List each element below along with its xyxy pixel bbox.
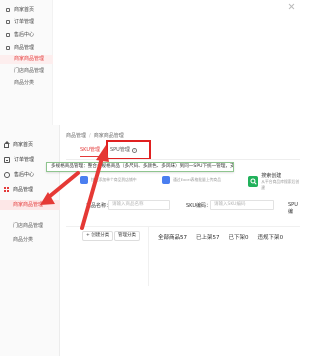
top-sidebar-sub-store[interactable]: 门店商品管理 [14,67,44,74]
sidebar-item-after-sales[interactable]: 售后中心 [4,170,34,179]
top-sidebar: 商家首页 订单管理 售后中心 商品管理 商家商品管理 门店商品管理 商品分类 [0,0,53,125]
count-all[interactable]: 全部商品57 [158,233,187,241]
filter-row: 商品名称： 请输入商品名称 SKU编码： 请输入SKU编码 SPU编 [66,200,300,215]
top-sidebar-item-products[interactable]: 商品管理 [6,44,34,51]
count-on-shelf[interactable]: 已上架57 [196,233,220,241]
breadcrumb: 商品管理 / 商家商品管理 [66,132,124,140]
previous-screen: 商家首页 订单管理 售后中心 商品管理 商家商品管理 门店商品管理 商品分类 [0,0,300,125]
top-sidebar-item-orders[interactable]: 订单管理 [6,18,34,25]
sidebar: 商家首页 订单管理 售后中心 商品管理 商家商品管理 门店商品管理 商品分类 [0,125,60,356]
top-sidebar-item-after-sales[interactable]: 售后中心 [6,31,34,38]
upload-icon [162,176,170,184]
top-sidebar-sub-merchant[interactable]: 商家商品管理 [0,55,53,64]
after-sales-icon [4,171,10,178]
sidebar-item-orders[interactable]: 订单管理 [4,155,34,164]
spu-tooltip: 多规格商品管理：整合多规格商品（多尺码、多颜色、多风味）到同一SPU下统一管理，… [46,162,234,172]
top-main-area [60,0,300,125]
top-sidebar-sub-category[interactable]: 商品分类 [14,79,34,86]
order-icon [6,19,10,24]
product-name-input[interactable]: 请输入商品名称 [108,200,170,210]
action-cards: 快速添加单个商品到店铺中 通过Excel表格批量上传商品 搜索创建 从平台商品库… [66,172,300,190]
sku-code-input[interactable]: 请输入SKU编码 [210,200,274,210]
close-icon[interactable] [289,4,294,9]
tab-sku[interactable]: SKU管理 [80,146,100,157]
card-search-create[interactable]: 搜索创建 从平台商品库搜索后创建 [248,172,300,191]
breadcrumb-separator: / [89,132,91,139]
tab-divider [66,159,300,160]
home-icon [4,140,10,148]
grid-icon [6,45,10,50]
top-sidebar-item-home[interactable]: 商家首页 [6,6,34,13]
create-icon [80,176,88,184]
sidebar-sub-category[interactable]: 商品分类 [0,235,60,245]
sku-code-label: SKU编码： [186,203,211,209]
sidebar-item-products[interactable]: 商品管理 [4,185,33,194]
panel-divider [66,226,300,227]
search-icon [248,176,259,187]
sidebar-sub-store-products[interactable]: 门店商品管理 [0,221,60,231]
spu-tab-highlight-box [106,140,151,160]
breadcrumb-parent[interactable]: 商品管理 [66,132,86,139]
panel-vertical-divider [148,226,149,286]
breadcrumb-current: 商家商品管理 [93,133,124,139]
card-create-single[interactable]: 快速添加单个商品到店铺中 [80,176,137,184]
product-status-counts: 全部商品57 已上架57 已下架0 违规下架0 [158,233,283,241]
order-icon [4,156,10,163]
manage-category-button[interactable]: 管理分类 [114,231,140,241]
card-batch-upload[interactable]: 通过Excel表格批量上传商品 [162,176,221,184]
sidebar-item-home[interactable]: 商家首页 [4,140,33,149]
after-sales-icon [6,32,10,37]
count-off-shelf[interactable]: 已下架0 [229,233,249,241]
create-category-button[interactable]: + 创建分类 [82,231,114,241]
home-icon [6,7,10,12]
count-violation[interactable]: 违规下架0 [258,233,284,241]
sidebar-sub-merchant-products[interactable]: 商家商品管理 [0,200,60,210]
spu-code-label: SPU编 [288,202,298,215]
grid-icon [4,187,9,192]
